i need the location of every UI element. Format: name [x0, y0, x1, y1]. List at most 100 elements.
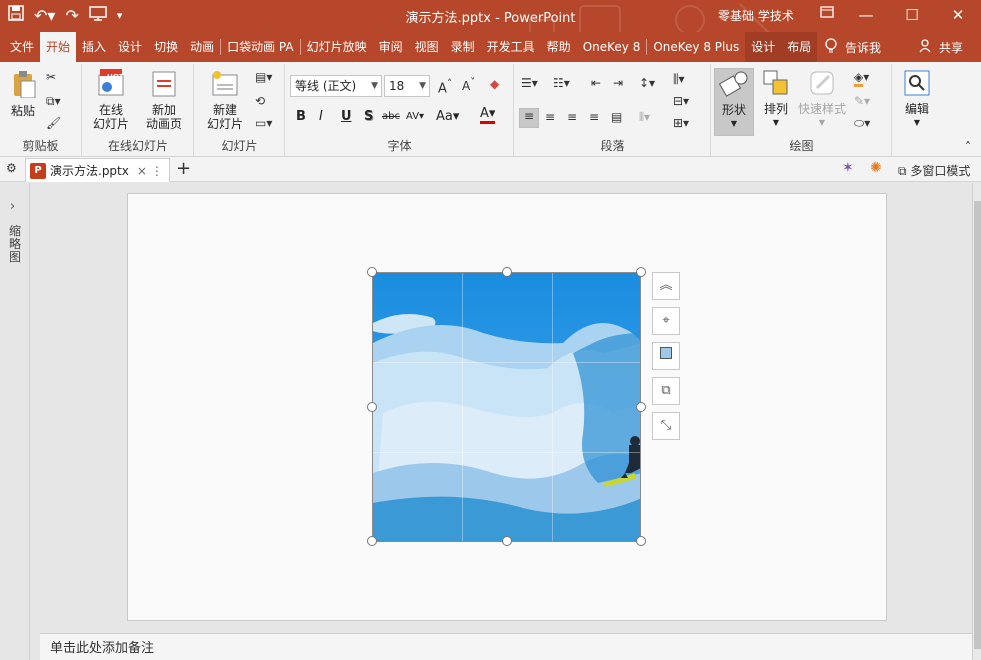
reset-icon[interactable]: ⟲ — [255, 94, 265, 108]
collapse-ribbon-icon[interactable]: ˄ — [965, 140, 971, 154]
multi-window-button[interactable]: ⧉ 多窗口模式 — [898, 162, 970, 179]
file-tab-icon[interactable]: ⚙ — [6, 161, 17, 175]
font-size-dropdown[interactable]: 18 ▼ — [384, 75, 430, 97]
close-tab-icon[interactable]: × — [137, 164, 147, 178]
shadow-button[interactable]: S — [364, 109, 373, 124]
columns-icon[interactable]: ⫴▾ — [639, 110, 650, 125]
decrease-indent-icon[interactable]: ⇤ — [591, 76, 601, 90]
new-slide-button[interactable]: 新建 幻灯片 — [199, 69, 251, 131]
maximize-icon[interactable]: ☐ — [889, 0, 935, 32]
layout-options-icon[interactable]: ⧉ — [652, 377, 680, 405]
italic-button[interactable]: I — [319, 109, 323, 124]
font-group-label: 字体 — [387, 139, 412, 153]
editing-button[interactable]: 编辑 ▼ — [897, 68, 937, 130]
tab-onekey8-plus[interactable]: OneKey 8 Plus — [647, 32, 745, 62]
scrollbar-thumb[interactable] — [974, 201, 981, 649]
person-icon[interactable] — [919, 38, 931, 56]
magic-icon[interactable]: ✶ — [842, 160, 854, 176]
resize-handle-top[interactable] — [502, 267, 512, 277]
effects-icon[interactable]: ⬭▾ — [854, 116, 870, 131]
font-name-dropdown[interactable]: 等线 (正文) ▼ — [290, 75, 382, 97]
fill-icon[interactable]: ◈▾ — [854, 70, 869, 87]
align-center-icon[interactable]: ≡ — [545, 110, 555, 124]
surf-picture[interactable] — [372, 272, 641, 542]
close-icon[interactable]: ✕ — [935, 0, 981, 32]
clear-formatting-icon[interactable]: ◆ — [490, 77, 499, 91]
resize-handle-bottom[interactable] — [502, 536, 512, 546]
user-name[interactable]: 零基础 学技术 — [718, 7, 794, 24]
section-icon[interactable]: ▭▾ — [255, 116, 272, 130]
underline-button[interactable]: U — [341, 109, 352, 124]
line-spacing-icon[interactable]: ↕▾ — [639, 76, 655, 90]
ribbon-display-icon[interactable] — [820, 6, 834, 22]
increase-indent-icon[interactable]: ⇥ — [613, 76, 623, 90]
quick-styles-button[interactable]: 快速样式 ▼ — [796, 68, 848, 130]
tab-review[interactable]: 审阅 — [373, 32, 409, 62]
tab-developer[interactable]: 开发工具 — [481, 32, 541, 62]
strikethrough-button[interactable]: abc — [382, 111, 400, 122]
shrink-font-icon[interactable]: A˅ — [462, 77, 475, 93]
tab-animations[interactable]: 动画 — [184, 32, 220, 62]
tab-record[interactable]: 录制 — [445, 32, 481, 62]
resize-handle-bottom-right[interactable] — [636, 536, 646, 546]
distribute-icon[interactable]: ▤ — [611, 110, 622, 124]
tab-home[interactable]: 开始 — [40, 32, 77, 62]
arrange-button[interactable]: 排列 ▼ — [758, 68, 794, 130]
tab-design[interactable]: 设计 — [112, 32, 148, 62]
align-left-icon[interactable]: ≡ — [519, 108, 539, 128]
cut-icon[interactable]: ✂ — [46, 70, 56, 84]
bold-button[interactable]: B — [296, 109, 306, 124]
layout-icon[interactable]: ▤▾ — [255, 70, 272, 84]
tab-table-design[interactable]: 设计 — [745, 32, 782, 62]
crop-resize-icon[interactable]: ⤡ — [652, 412, 680, 440]
minimize-icon[interactable]: — — [843, 0, 889, 32]
align-center-object-icon[interactable]: ⌖ — [652, 307, 680, 335]
align-text-icon[interactable]: ⊟▾ — [673, 94, 689, 108]
resize-handle-top-left[interactable] — [367, 267, 377, 277]
tab-insert[interactable]: 插入 — [76, 32, 112, 62]
tab-file[interactable]: 文件 — [4, 32, 40, 62]
thumbnail-pane-label[interactable]: 缩略图 — [9, 225, 23, 264]
justify-icon[interactable]: ≡ — [589, 110, 599, 124]
tab-more-icon[interactable]: ⋮ — [151, 164, 163, 178]
hot-badge: HOT — [107, 73, 124, 81]
tab-table-layout[interactable]: 布局 — [781, 32, 818, 62]
outline-icon[interactable]: ✎▾ — [854, 94, 870, 108]
char-spacing-button[interactable]: AV▾ — [406, 111, 424, 122]
new-animation-page-button[interactable]: 新加 动画页 — [139, 69, 189, 131]
resize-handle-left[interactable] — [367, 402, 377, 412]
text-direction-icon[interactable]: ⫼▾ — [673, 72, 685, 87]
document-tab[interactable]: P 演示方法.pptx × ⋮ — [25, 158, 170, 182]
tab-view[interactable]: 视图 — [409, 32, 445, 62]
grow-font-icon[interactable]: A˄ — [438, 77, 452, 96]
format-painter-icon[interactable]: 🖌 — [46, 116, 61, 130]
resize-handle-bottom-left[interactable] — [367, 536, 377, 546]
expand-pane-icon[interactable]: › — [10, 199, 15, 214]
tab-onekey8[interactable]: OneKey 8 — [577, 32, 647, 62]
resize-handle-right[interactable] — [636, 402, 646, 412]
add-tab-button[interactable]: + — [176, 158, 191, 179]
share-button[interactable]: 共享 — [939, 39, 963, 56]
shapes-button[interactable]: 形状 ▼ — [714, 68, 754, 136]
collapse-up-icon[interactable]: ︽ — [652, 272, 680, 300]
font-color-button[interactable]: A▾ — [480, 107, 496, 124]
lightbulb-icon[interactable] — [825, 37, 837, 57]
resize-handle-top-right[interactable] — [636, 267, 646, 277]
tab-help[interactable]: 帮助 — [541, 32, 577, 62]
copy-icon[interactable]: ⧉▾ — [46, 94, 61, 109]
settings-gear-icon[interactable]: ✺ — [870, 160, 882, 176]
smartart-icon[interactable]: ⊞▾ — [673, 116, 689, 130]
paste-button[interactable]: 粘贴 — [5, 70, 41, 118]
align-right-icon[interactable]: ≡ — [567, 110, 577, 124]
vertical-scrollbar[interactable] — [972, 183, 981, 660]
shape-fill-icon[interactable] — [652, 342, 680, 370]
online-slides-button[interactable]: HOT 在线 幻灯片 — [87, 69, 135, 131]
tab-transitions[interactable]: 切换 — [148, 32, 184, 62]
tab-pocket-animation[interactable]: 口袋动画 PA — [221, 32, 300, 62]
tell-me-search[interactable]: 告诉我 — [845, 39, 881, 56]
change-case-button[interactable]: Aa▾ — [436, 109, 459, 124]
numbering-icon[interactable]: ☷▾ — [553, 76, 570, 90]
bullets-icon[interactable]: ☰▾ — [521, 76, 538, 90]
notes-pane[interactable]: 单击此处添加备注 — [40, 633, 972, 660]
tab-slideshow[interactable]: 幻灯片放映 — [301, 32, 373, 62]
